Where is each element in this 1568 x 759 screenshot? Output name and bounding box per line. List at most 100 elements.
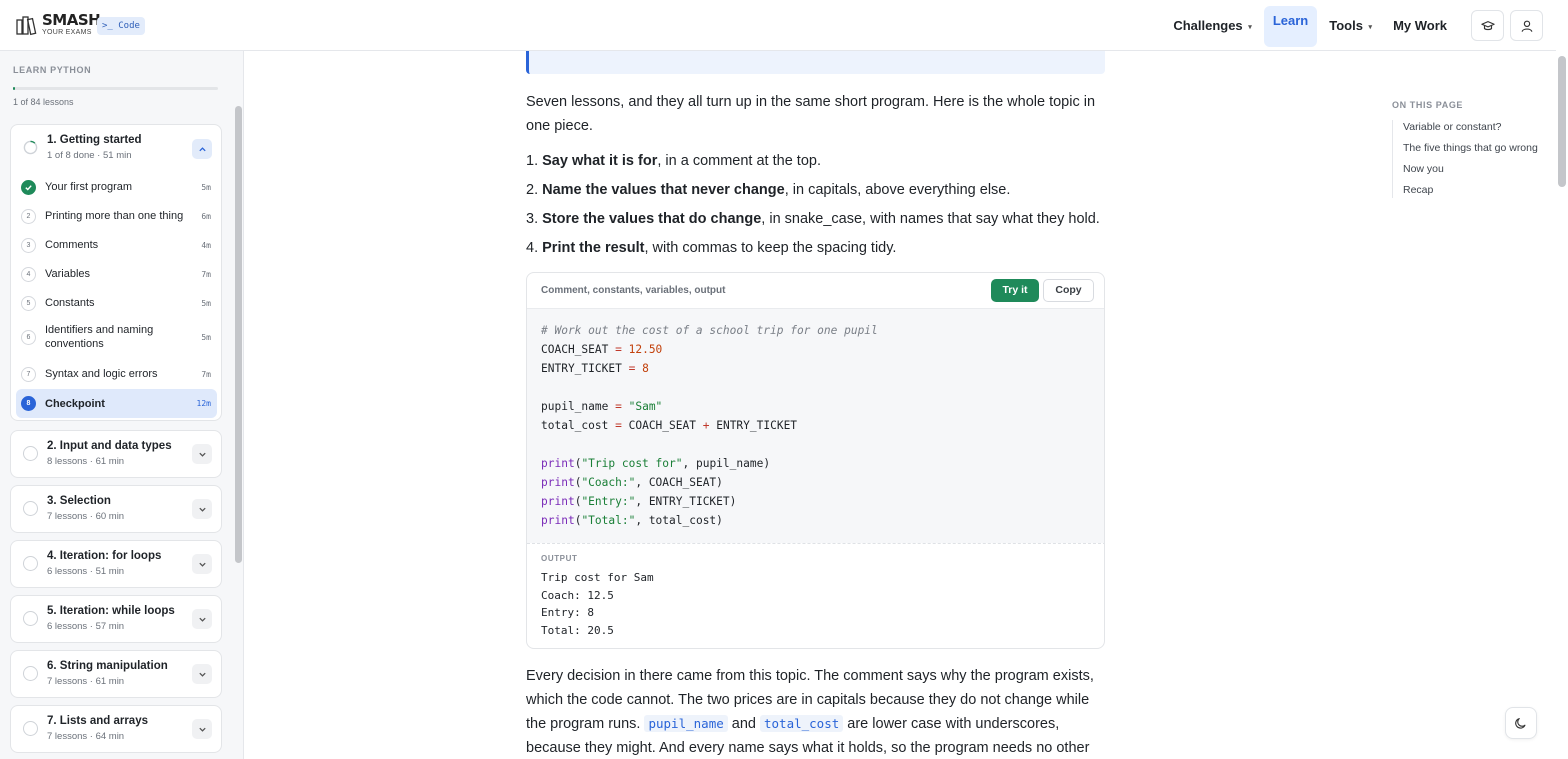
lesson-item[interactable]: Your first program 5m: [16, 176, 217, 198]
nav-learn[interactable]: Learn: [1263, 5, 1318, 47]
module-for-loops[interactable]: 4. Iteration: for loops 6 lessons · 51 m…: [10, 540, 222, 588]
module-meta: 7 lessons · 64 min: [47, 731, 125, 742]
expand-module-button[interactable]: [192, 554, 212, 574]
step-number: 1.: [526, 153, 539, 169]
step-bold: Say what it is for: [542, 153, 658, 169]
nav-tools[interactable]: Tools ▾: [1320, 11, 1381, 41]
nav-my-work[interactable]: My Work: [1384, 11, 1456, 41]
chevron-down-icon: ▾: [1368, 24, 1373, 31]
lesson-number: 4: [21, 266, 36, 282]
step-text: , in snake_case, with names that say wha…: [761, 211, 1100, 227]
paragraph-text: and: [727, 716, 760, 732]
try-it-button[interactable]: Try it: [991, 279, 1039, 302]
module-meta: 7 lessons · 61 min: [47, 676, 125, 687]
courses-button[interactable]: [1471, 10, 1504, 41]
output-line: Coach: 12.5: [541, 588, 614, 602]
chevron-down-icon: [198, 617, 206, 622]
code-token: "Coach:": [581, 476, 636, 489]
code-token: print: [541, 514, 575, 527]
code-block[interactable]: # Work out the cost of a school trip for…: [527, 309, 1104, 543]
sidebar-title: LEARN PYTHON: [13, 65, 92, 75]
output-label: OUTPUT: [541, 554, 578, 563]
program-output: OUTPUT Trip cost for Sam Coach: 12.5 Ent…: [527, 543, 1104, 648]
expand-module-button[interactable]: [192, 444, 212, 464]
code-line: COACH_SEAT = 12.50: [541, 340, 1092, 359]
progress-ring-icon: [23, 556, 38, 571]
code-token: "Entry:": [581, 495, 636, 508]
code-card-title: Comment, constants, variables, output: [541, 285, 726, 296]
module-title: 1. Getting started: [47, 134, 142, 146]
toc-item[interactable]: The five things that go wrong: [1403, 141, 1542, 156]
expand-module-button[interactable]: [192, 664, 212, 684]
toc-item[interactable]: Recap: [1403, 183, 1542, 198]
toc-item[interactable]: Variable or constant?: [1403, 120, 1542, 135]
lesson-count: 1 of 84 lessons: [13, 97, 74, 107]
code-line: print("Trip cost for", pupil_name): [541, 457, 771, 470]
lesson-duration: 5m: [201, 298, 211, 308]
page-scrollbar[interactable]: [1558, 56, 1566, 187]
module-title: 5. Iteration: while loops: [47, 605, 175, 617]
lesson-item[interactable]: 3 Comments 4m: [16, 234, 217, 256]
output-line: Entry: 8: [541, 606, 594, 619]
account-button[interactable]: [1510, 10, 1543, 41]
expand-module-button[interactable]: [192, 609, 212, 629]
step-bold: Print the result: [542, 240, 645, 256]
main-nav: Challenges ▾ Learn Tools ▾ My Work: [1164, 5, 1459, 47]
expand-module-button[interactable]: [192, 499, 212, 519]
lesson-item[interactable]: 4 Variables 7m: [16, 263, 217, 285]
lesson-name: Variables: [45, 268, 91, 280]
nav-challenges-label: Challenges: [1173, 18, 1243, 33]
module-lists-arrays[interactable]: 7. Lists and arrays 7 lessons · 64 min: [10, 705, 222, 753]
lesson-item[interactable]: 6 Identifiers and naming conventions 5m: [16, 321, 217, 353]
copy-button[interactable]: Copy: [1043, 279, 1094, 302]
lesson-name: Comments: [45, 239, 99, 251]
lesson-number: 5: [21, 295, 36, 311]
code-token: total_cost: [541, 419, 609, 432]
progress-ring-icon: [23, 611, 38, 626]
code-token: "Sam": [628, 400, 663, 413]
module-header[interactable]: 1. Getting started 1 of 8 done · 51 min: [11, 125, 221, 175]
lesson-item[interactable]: 7 Syntax and logic errors 7m: [16, 363, 217, 385]
user-icon: [1521, 20, 1532, 32]
sidebar-scrollbar[interactable]: [235, 106, 242, 563]
lesson-item-current[interactable]: 8 Checkpoint 12m: [16, 389, 217, 418]
collapse-module-button[interactable]: [192, 139, 212, 159]
site-logo[interactable]: SMASH YOUR EXAMS: [16, 13, 101, 36]
nav-challenges[interactable]: Challenges ▾: [1164, 11, 1261, 41]
step-item: 3. Store the values that do change, in s…: [526, 208, 1106, 237]
code-token: ENTRY_TICKET: [716, 419, 798, 432]
code-token: total_cost: [648, 514, 717, 527]
code-token: pupil_name: [695, 457, 764, 470]
toc-item[interactable]: Now you: [1403, 162, 1542, 177]
step-item: 2. Name the values that never change, in…: [526, 179, 1106, 208]
code-token: 12.50: [628, 343, 663, 356]
module-getting-started: 1. Getting started 1 of 8 done · 51 min …: [10, 124, 222, 421]
module-selection[interactable]: 3. Selection 7 lessons · 60 min: [10, 485, 222, 533]
expand-module-button[interactable]: [192, 719, 212, 739]
lesson-item[interactable]: 5 Constants 5m: [16, 292, 217, 314]
step-number: 4.: [526, 240, 539, 256]
code-line: pupil_name = "Sam": [541, 397, 1092, 416]
chevron-down-icon: [198, 727, 206, 732]
module-while-loops[interactable]: 5. Iteration: while loops 6 lessons · 57…: [10, 595, 222, 643]
chevron-down-icon: [198, 452, 206, 457]
course-progress-fill: [13, 87, 16, 90]
module-title: 4. Iteration: for loops: [47, 550, 162, 562]
theme-toggle-button[interactable]: [1505, 707, 1537, 739]
progress-ring-icon: [23, 501, 38, 516]
module-meta: 8 lessons · 61 min: [47, 456, 125, 467]
lesson-item[interactable]: 2 Printing more than one thing 6m: [16, 205, 217, 227]
module-title: 2. Input and data types: [47, 440, 172, 452]
module-input-data-types[interactable]: 2. Input and data types 8 lessons · 61 m…: [10, 430, 222, 478]
lesson-number: 7: [21, 366, 36, 382]
code-token: COACH_SEAT: [628, 419, 696, 432]
lesson-number: 2: [21, 208, 36, 224]
output-line: Trip cost for Sam: [541, 571, 654, 584]
module-title: 7. Lists and arrays: [47, 715, 148, 727]
code-comment: # Work out the cost of a school trip for…: [541, 324, 878, 337]
module-meta: 6 lessons · 51 min: [47, 566, 125, 577]
code-token: COACH_SEAT: [541, 343, 609, 356]
module-string-manipulation[interactable]: 6. String manipulation 7 lessons · 61 mi…: [10, 650, 222, 698]
code-token: ENTRY_TICKET: [541, 362, 622, 375]
output-line: Total: 20.5: [541, 623, 614, 637]
